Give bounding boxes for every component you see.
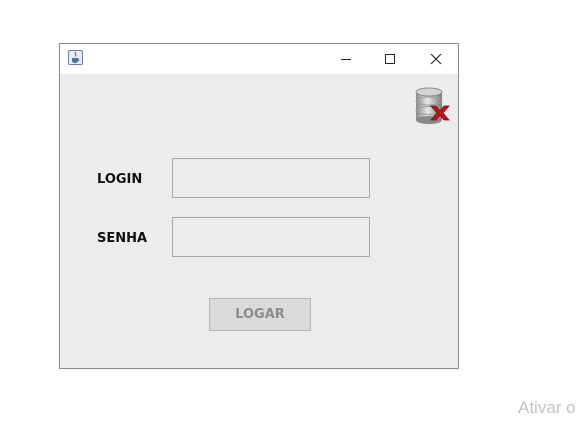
form-panel: LOGIN SENHA LOGAR xyxy=(60,74,458,370)
java-coffee-icon xyxy=(68,50,83,65)
senha-label: SENHA xyxy=(97,231,148,246)
logar-button[interactable]: LOGAR xyxy=(209,298,311,331)
login-input[interactable] xyxy=(172,158,370,198)
maximize-button[interactable] xyxy=(368,44,412,74)
maximize-icon xyxy=(385,54,395,64)
login-label: LOGIN xyxy=(97,172,143,187)
database-disconnected-icon xyxy=(415,87,450,124)
senha-input[interactable] xyxy=(172,217,370,257)
minimize-icon xyxy=(341,59,351,60)
title-bar[interactable] xyxy=(60,44,458,74)
close-button[interactable] xyxy=(414,44,458,74)
close-icon xyxy=(430,53,442,65)
minimize-button[interactable] xyxy=(324,44,368,74)
windows-activation-watermark: Ativar o xyxy=(518,398,576,417)
login-window: LOGIN SENHA LOGAR xyxy=(59,43,459,369)
